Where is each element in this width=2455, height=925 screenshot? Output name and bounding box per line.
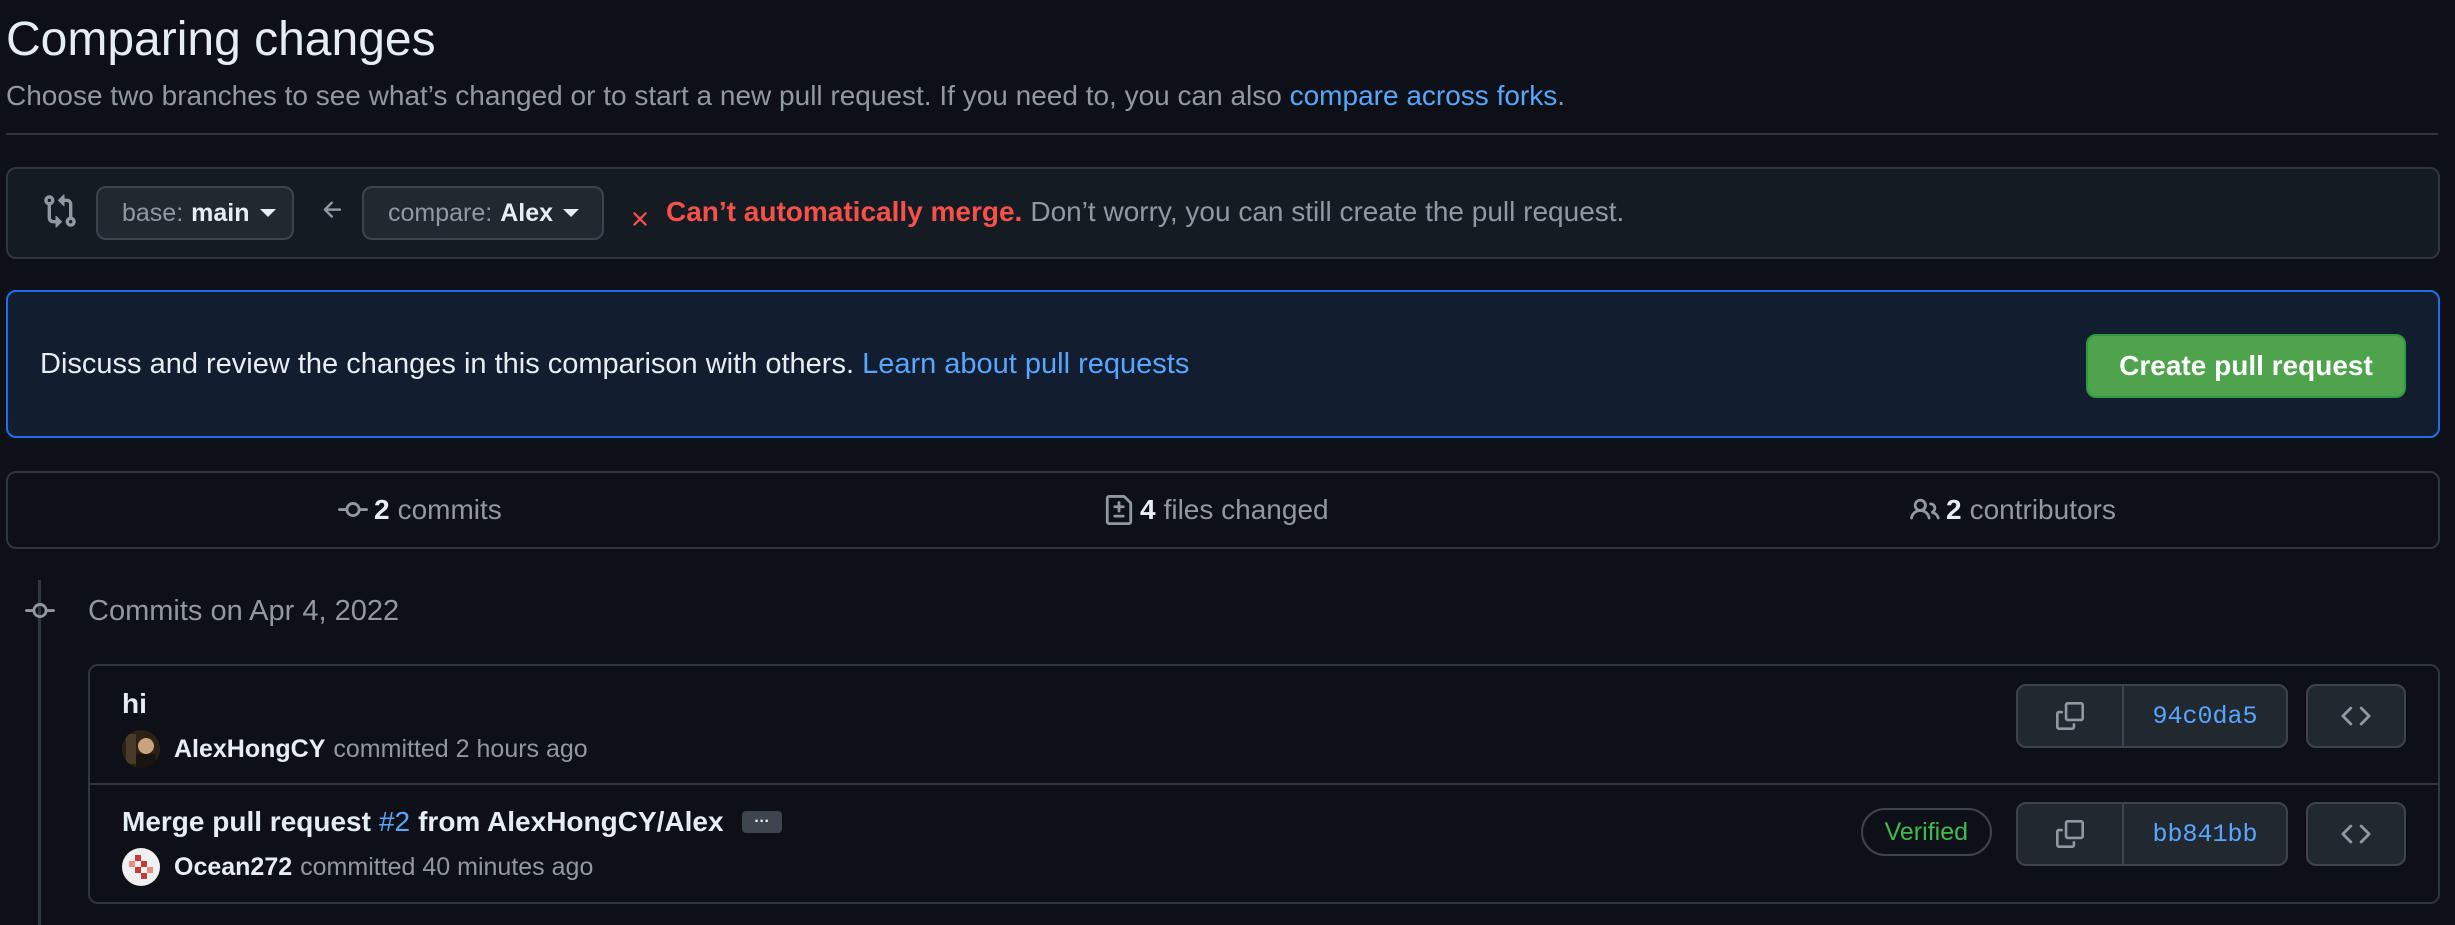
git-compare-icon [42,193,78,229]
base-branch-select[interactable]: base: main [96,186,294,240]
commit-title[interactable]: hi [122,684,147,724]
commit-message[interactable]: hi [122,684,147,724]
commit-meta: AlexHongCY committed 2 hours ago [122,730,588,768]
verified-badge[interactable]: Verified [1860,808,1992,856]
code-icon [2341,706,2371,726]
pull-request-link[interactable]: #2 [379,802,410,842]
commit-meta: Ocean272 committed 40 minutes ago [122,848,593,886]
subtitle-text: Choose two branches to see what’s change… [6,80,1282,111]
create-pr-banner: Discuss and review the changes in this c… [6,290,2440,438]
commit-sha-group: bb841bb [2016,802,2288,866]
compare-branch-name: Alex [500,198,554,227]
files-label: files changed [1163,494,1329,525]
subtitle-suffix: . [1557,80,1566,111]
copy-icon [2056,820,2084,848]
learn-pull-requests-link[interactable]: Learn about pull requests [862,348,1189,380]
commit-author[interactable]: AlexHongCY [174,730,325,768]
copy-icon [2056,702,2084,730]
commit-sha-group: 94c0da5 [2016,684,2288,748]
comparison-stats: 2 commits 4 files changed 2 contributors [6,471,2440,549]
caret-down-icon [259,209,276,217]
commit-time: committed 2 hours ago [333,735,588,763]
page-title: Comparing changes [6,13,436,66]
caret-down-icon [563,209,580,217]
page-subtitle: Choose two branches to see what’s change… [6,76,1565,116]
avatar[interactable] [122,848,160,886]
people-icon [1910,498,1940,520]
contributors-count: 2 [1946,494,1962,525]
commits-count: 2 [374,494,390,525]
avatar[interactable] [122,730,160,768]
base-branch-prefix: base: [122,198,184,227]
browse-repo-button[interactable] [2306,802,2406,866]
arrow-left-icon [320,197,346,223]
merge-error-text: Can’t automatically merge. [666,196,1023,227]
copy-sha-button[interactable] [2018,804,2124,864]
commit-row: Merge pull request #2 from AlexHongCY/Al… [90,784,2438,900]
commit-list: hi AlexHongCY committed 2 hours ago 94c0… [88,664,2440,904]
merge-status: Can’t automatically merge. Don’t worry, … [628,190,1624,234]
contributors-stat[interactable]: 2 contributors [1910,473,2116,547]
commit-title: Merge pull request #2 from AlexHongCY/Al… [122,802,782,842]
files-count: 4 [1140,494,1156,525]
compare-branch-prefix: compare: [388,198,493,227]
commit-sha-link[interactable]: 94c0da5 [2124,686,2286,746]
commit-icon [338,502,368,518]
merge-note-text: Don’t worry, you can still create the pu… [1030,196,1625,227]
banner-text: Discuss and review the changes in this c… [40,342,1189,386]
code-icon [2341,824,2371,844]
commit-row: hi AlexHongCY committed 2 hours ago 94c0… [90,666,2438,782]
header-divider [6,133,2438,135]
copy-sha-button[interactable] [2018,686,2124,746]
contributors-label: contributors [1969,494,2116,525]
commit-sha-link[interactable]: bb841bb [2124,804,2286,864]
compare-across-forks-link[interactable]: compare across forks [1290,80,1558,111]
commit-icon [22,596,58,626]
commit-author[interactable]: Ocean272 [174,848,292,886]
commit-time: committed 40 minutes ago [300,853,594,881]
create-pull-request-button[interactable]: Create pull request [2086,334,2406,398]
files-changed-stat[interactable]: 4 files changed [1104,473,1329,547]
expand-message-button[interactable]: … [741,810,782,833]
timeline-line [38,580,41,925]
browse-repo-button[interactable] [2306,684,2406,748]
range-editor: base: main compare: Alex Can’t automatic… [6,167,2440,259]
commits-date-header: Commits on Apr 4, 2022 [88,595,400,627]
commit-message[interactable]: Merge pull request [122,802,371,842]
file-diff-icon [1105,495,1133,525]
banner-description: Discuss and review the changes in this c… [40,348,854,380]
compare-branch-select[interactable]: compare: Alex [362,186,604,240]
base-branch-name: main [191,198,250,227]
commits-label: commits [397,494,502,525]
x-icon [628,200,652,226]
commits-stat[interactable]: 2 commits [338,473,502,547]
commit-message-suffix[interactable]: from AlexHongCY/Alex [418,802,723,842]
